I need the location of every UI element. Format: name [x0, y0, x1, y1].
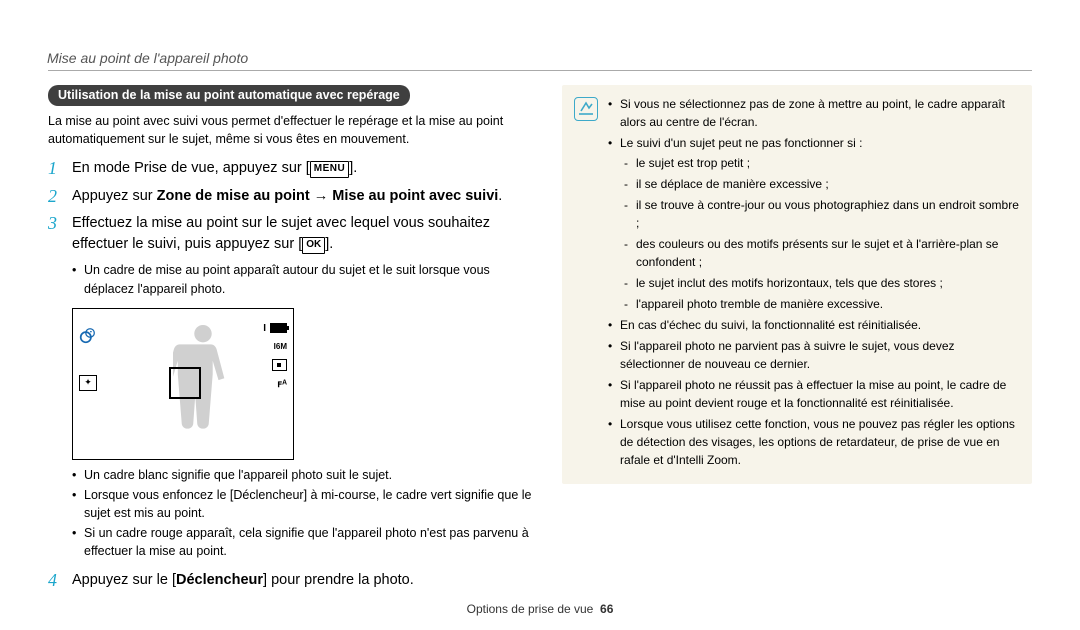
note-sub-item: le sujet inclut des motifs horizontaux, … [624, 274, 1020, 292]
step-3: 3 Effectuez la mise au point sur le suje… [48, 213, 538, 255]
step-bold: Zone de mise au point [157, 188, 310, 204]
note-item: Si l'appareil photo ne parvient pas à su… [608, 337, 1020, 373]
step-1: 1 En mode Prise de vue, appuyez sur [MEN… [48, 158, 538, 180]
step-2: 2 Appuyez sur Zone de mise au point → Mi… [48, 186, 538, 208]
section-heading-pill: Utilisation de la mise au point automati… [48, 85, 410, 106]
shot-count: I [263, 323, 266, 334]
note-sub-item: il se trouve à contre-jour ou vous photo… [624, 196, 1020, 232]
focus-frame-icon [169, 367, 201, 399]
note-sub-item: des couleurs ou des motifs présents sur … [624, 235, 1020, 271]
step-number: 3 [48, 213, 62, 255]
note-item: Si vous ne sélectionnez pas de zone à me… [608, 95, 1020, 131]
sub-bullet: Lorsque vous enfoncez le [Déclencheur] à… [72, 486, 538, 522]
step-text: . [498, 188, 502, 204]
step-text: ]. [325, 236, 333, 252]
battery-icon [270, 323, 287, 333]
page-footer: Options de prise de vue 66 [0, 602, 1080, 616]
menu-button-icon: MENU [310, 161, 349, 178]
step-text: Effectuez la mise au point sur le sujet … [72, 215, 490, 231]
step-4: 4 Appuyez sur le [Déclencheur] pour pren… [48, 570, 538, 592]
step-number: 1 [48, 158, 62, 180]
step-text: En mode Prise de vue, appuyez sur [ [72, 160, 310, 176]
metering-icon [272, 359, 287, 371]
info-icon [574, 97, 598, 121]
sub-bullet: Un cadre blanc signifie que l'appareil p… [72, 466, 538, 484]
step-number: 4 [48, 570, 62, 592]
step-text: Appuyez sur le [ [72, 572, 176, 588]
lcd-preview: ✦ I I6M ꜰᴬ [72, 308, 294, 460]
resolution-indicator: I6M [274, 342, 287, 351]
page-number: 66 [600, 602, 613, 616]
focus-area-icon: ✦ [79, 375, 97, 391]
footer-section-label: Options de prise de vue [467, 602, 594, 616]
section-intro: La mise au point avec suivi vous permet … [48, 112, 538, 148]
note-item: Le suivi d'un sujet peut ne pas fonction… [608, 134, 1020, 313]
sub-bullet: Si un cadre rouge apparaît, cela signifi… [72, 524, 538, 560]
sub-bullet: Un cadre de mise au point apparaît autou… [72, 261, 538, 297]
ok-button-icon: OK [302, 237, 325, 254]
step-text: ]. [349, 160, 357, 176]
step-bold: Déclencheur [176, 572, 263, 588]
note-item: En cas d'échec du suivi, la fonctionnali… [608, 316, 1020, 334]
step-text: ] pour prendre la photo. [263, 572, 414, 588]
info-callout: Si vous ne sélectionnez pas de zone à me… [562, 85, 1032, 484]
note-item: Lorsque vous utilisez cette fonction, vo… [608, 415, 1020, 469]
flash-auto-icon: ꜰᴬ [277, 379, 287, 390]
note-sub-item: le sujet est trop petit ; [624, 154, 1020, 172]
note-sub-item: l'appareil photo tremble de manière exce… [624, 295, 1020, 313]
note-item: Si l'appareil photo ne réussit pas à eff… [608, 376, 1020, 412]
arrow-icon: → [310, 188, 333, 204]
step-bold: Mise au point avec suivi [332, 188, 498, 204]
step-text: effectuer le suivi, puis appuyez sur [ [72, 236, 302, 252]
smart-auto-mode-icon [79, 327, 96, 344]
breadcrumb-header: Mise au point de l'appareil photo [0, 0, 1080, 66]
note-sub-item: il se déplace de manière excessive ; [624, 175, 1020, 193]
step-text: Appuyez sur [72, 188, 157, 204]
step-number: 2 [48, 186, 62, 208]
